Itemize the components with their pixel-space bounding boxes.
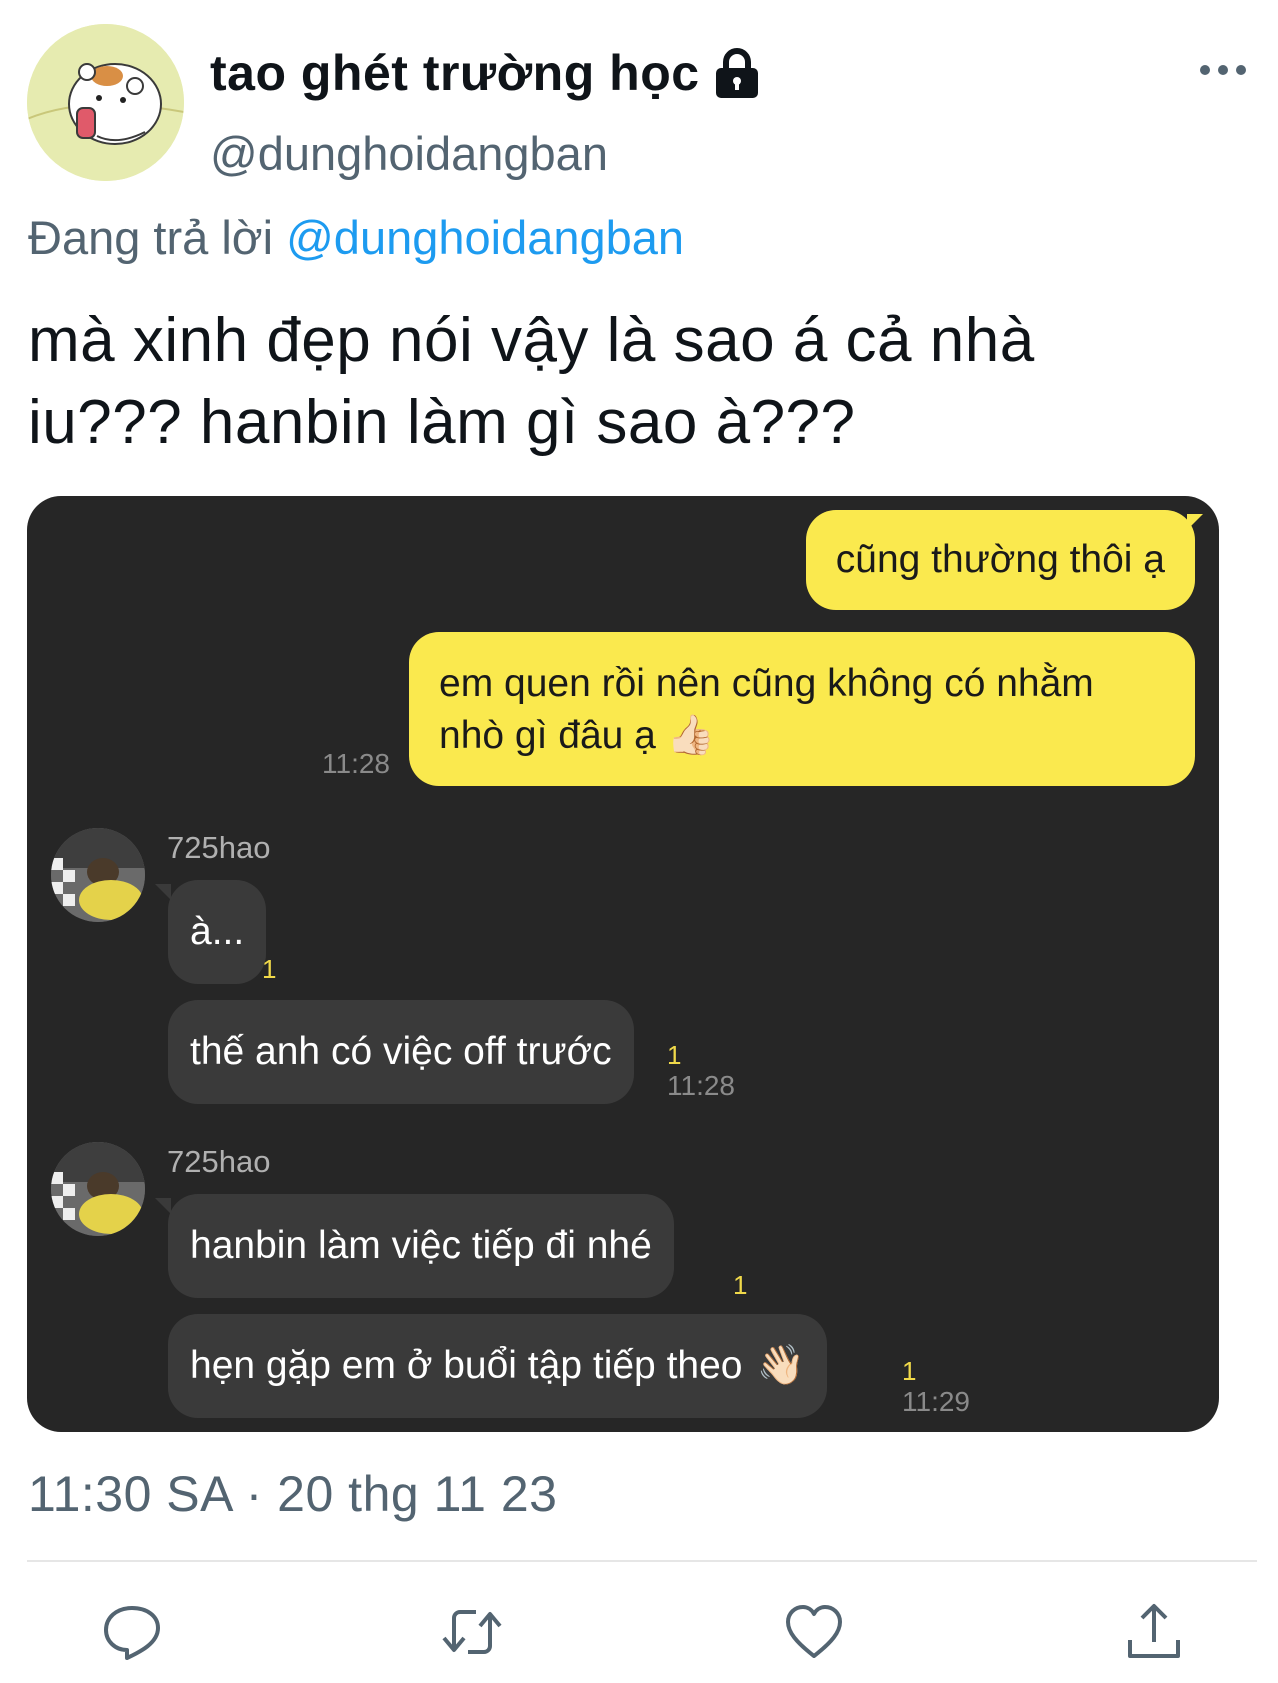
- retweet-icon[interactable]: [440, 1600, 504, 1664]
- user-handle[interactable]: @dunghoidangban: [210, 126, 608, 181]
- tweet-text: mà xinh đẹp nói vậy là sao á cả nhà iu??…: [28, 300, 1228, 464]
- bubble-tail: [155, 884, 171, 900]
- message-time: 11:29: [902, 1386, 970, 1417]
- profile-avatar[interactable]: [27, 24, 184, 181]
- more-dot: [1218, 65, 1228, 75]
- message-text: hẹn gặp em ở buổi tập tiếp theo: [190, 1344, 743, 1387]
- message-text-line: nhò gì đâu ạ 👍🏻: [439, 710, 1165, 762]
- sender-avatar[interactable]: [51, 1142, 145, 1236]
- bubble-tail: [155, 1198, 171, 1214]
- message-text-line: em quen rồi nên cũng không có nhằm: [439, 662, 1094, 705]
- tweet-text-line: mà xinh đẹp nói vậy là sao á cả nhà: [28, 306, 1035, 375]
- unread-count: 1: [733, 1270, 748, 1300]
- my-message-bubble: em quen rồi nên cũng không có nhằm nhò g…: [409, 632, 1195, 786]
- lock-icon: [712, 46, 762, 100]
- tweet-media-image[interactable]: cũng thường thôi ạ em quen rồi nên cũng …: [27, 496, 1219, 1432]
- waving-hand-emoji: 👋🏻: [756, 1344, 806, 1387]
- more-dot: [1236, 65, 1246, 75]
- replying-mention-link[interactable]: @dunghoidangban: [286, 211, 684, 264]
- message-text: à...: [190, 910, 245, 953]
- bubble-tail: [1187, 514, 1203, 530]
- message-text: cũng thường thôi ạ: [835, 538, 1165, 581]
- message-time: 11:28: [667, 1070, 735, 1101]
- like-icon[interactable]: [782, 1600, 846, 1664]
- message-text: nhò gì đâu ạ: [439, 714, 656, 757]
- unread-count: 1: [262, 954, 277, 984]
- message-text: thế anh có việc off trước: [190, 1030, 612, 1073]
- unread-count: 1: [667, 1040, 682, 1070]
- message-time: 11:28: [322, 748, 390, 779]
- other-message-bubble: hẹn gặp em ở buổi tập tiếp theo 👋🏻: [168, 1314, 828, 1418]
- my-message-bubble: cũng thường thôi ạ: [805, 510, 1195, 610]
- replying-to-line: Đang trả lời @dunghoidangban: [28, 210, 684, 265]
- replying-prefix: Đang trả lời: [28, 211, 274, 264]
- divider: [27, 1560, 1257, 1562]
- other-message-bubble: hanbin làm việc tiếp đi nhé: [168, 1194, 674, 1298]
- display-name[interactable]: tao ghét trường học: [210, 44, 762, 102]
- sender-photo: [51, 1142, 145, 1236]
- sender-name: 725hao: [167, 830, 271, 865]
- unread-count: 1: [902, 1356, 917, 1386]
- display-name-text: tao ghét trường học: [210, 45, 700, 101]
- reply-icon[interactable]: [100, 1600, 164, 1664]
- other-message-bubble: à...: [168, 880, 267, 984]
- thumbs-up-emoji: 👍🏻: [666, 714, 716, 757]
- sender-avatar[interactable]: [51, 828, 145, 922]
- sender-name: 725hao: [167, 1144, 271, 1179]
- more-dot: [1200, 65, 1210, 75]
- sender-photo: [51, 828, 145, 922]
- tweet-timestamp[interactable]: 11:30 SA · 20 thg 11 23: [28, 1465, 558, 1523]
- hamster-avatar-image: [27, 24, 184, 181]
- other-message-bubble: thế anh có việc off trước: [168, 1000, 634, 1104]
- message-text: hanbin làm việc tiếp đi nhé: [190, 1224, 652, 1267]
- tweet-text-line: iu??? hanbin làm gì sao à???: [28, 388, 856, 457]
- more-icon[interactable]: [1200, 60, 1246, 80]
- share-icon[interactable]: [1122, 1600, 1186, 1664]
